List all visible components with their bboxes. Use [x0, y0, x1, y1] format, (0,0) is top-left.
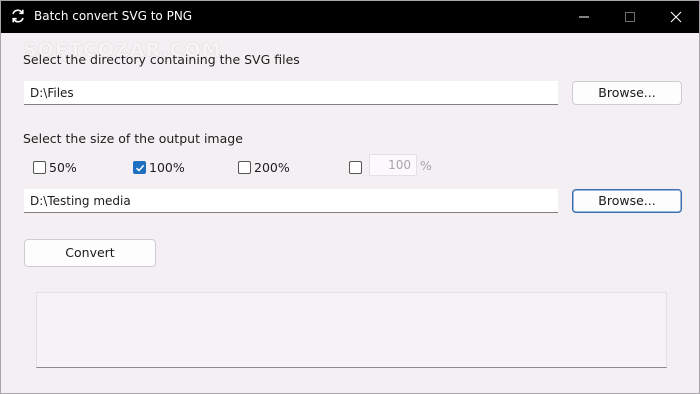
checkbox-custom[interactable]: [349, 161, 362, 174]
close-button[interactable]: [653, 1, 699, 33]
output-browse-button[interactable]: Browse...: [572, 189, 682, 213]
source-path-value: D:\Files: [30, 86, 74, 100]
source-browse-button[interactable]: Browse...: [572, 81, 682, 105]
output-path-input[interactable]: D:\Testing media: [24, 189, 558, 213]
output-log-area[interactable]: [36, 292, 667, 368]
output-path-value: D:\Testing media: [30, 194, 131, 208]
custom-size-unit: %: [420, 158, 432, 173]
convert-button[interactable]: Convert: [24, 239, 156, 267]
app-window: Batch convert SVG to PNG SOFTCOZAR.COM S…: [0, 0, 700, 394]
size-option-custom[interactable]: [349, 159, 365, 177]
checkmark-icon: [135, 164, 145, 172]
custom-size-input[interactable]: 100: [369, 154, 417, 176]
size-option-50-label: 50%: [49, 160, 77, 175]
minimize-button[interactable]: [561, 1, 607, 33]
maximize-icon: [625, 12, 635, 22]
source-path-input[interactable]: D:\Files: [24, 81, 558, 105]
checkbox-200[interactable]: [238, 161, 251, 174]
size-label: Select the size of the output image: [23, 131, 243, 146]
app-refresh-icon: [10, 8, 26, 24]
window-title: Batch convert SVG to PNG: [34, 9, 193, 23]
size-option-100-label: 100%: [149, 160, 185, 175]
source-dir-label: Select the directory containing the SVG …: [23, 52, 300, 67]
minimize-icon: [579, 16, 589, 18]
maximize-button[interactable]: [607, 1, 653, 33]
custom-size-value: 100: [388, 158, 411, 172]
title-bar[interactable]: Batch convert SVG to PNG: [1, 1, 699, 33]
close-icon: [670, 11, 682, 23]
checkbox-100[interactable]: [133, 161, 146, 174]
size-option-50[interactable]: 50%: [33, 159, 93, 177]
size-option-200-label: 200%: [254, 160, 290, 175]
checkbox-50[interactable]: [33, 161, 46, 174]
size-option-200[interactable]: 200%: [238, 159, 298, 177]
size-option-100[interactable]: 100%: [133, 159, 193, 177]
